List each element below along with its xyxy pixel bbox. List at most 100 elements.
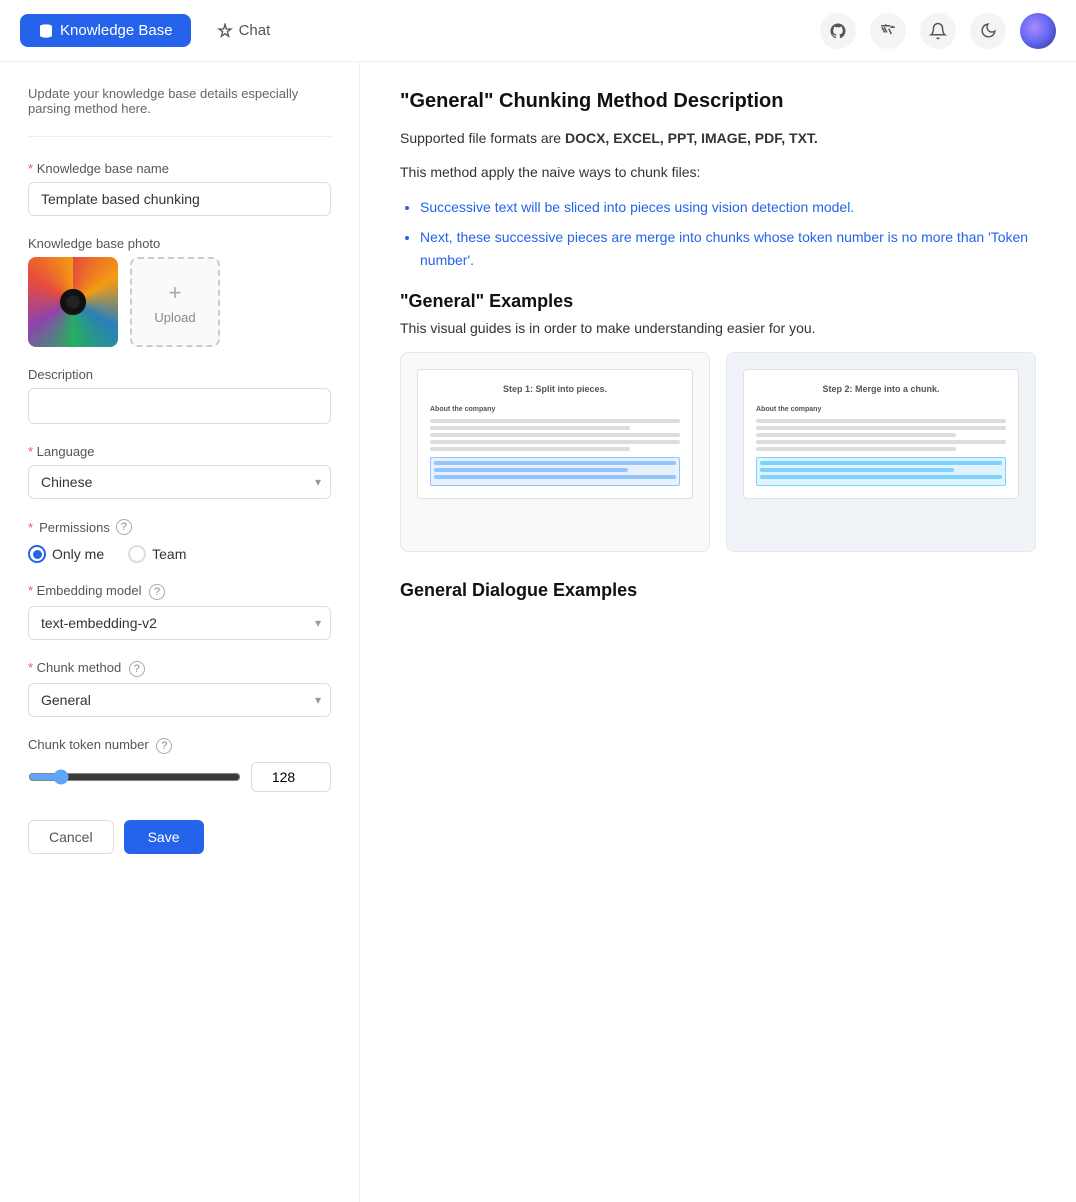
bell-icon (929, 22, 947, 40)
description-input[interactable] (28, 388, 331, 424)
chat-nav[interactable]: Chat (199, 14, 289, 47)
token-range-slider[interactable] (28, 769, 241, 785)
nav-left: Knowledge Base Chat (20, 14, 288, 47)
action-buttons: Cancel Save (28, 820, 331, 854)
avatar[interactable] (1020, 13, 1056, 49)
kb-photo-field: Knowledge base photo + Upload (28, 236, 331, 347)
left-panel: Update your knowledge base details espec… (0, 62, 360, 1202)
save-button[interactable]: Save (124, 820, 204, 854)
required-star-lang: * (28, 444, 37, 459)
language-field: * Language Chinese English Japanese Kore… (28, 444, 331, 499)
line-sh1 (760, 461, 1002, 465)
knowledge-base-nav[interactable]: Knowledge Base (20, 14, 191, 47)
line-s1 (756, 419, 1006, 423)
chat-sparkle-icon (217, 23, 233, 39)
upload-button[interactable]: + Upload (130, 257, 220, 347)
required-star-chunk: * (28, 660, 37, 675)
chunk-method-select-wrapper: General Template Manual ▾ (28, 683, 331, 717)
subtitle: Update your knowledge base details espec… (28, 86, 331, 116)
step2-title: Step 2: Merge into a chunk. (756, 382, 1006, 396)
language-select[interactable]: Chinese English Japanese Korean French G… (28, 465, 331, 499)
translate-button[interactable] (870, 13, 906, 49)
chunking-title: "General" Chunking Method Description (400, 90, 1036, 113)
method-bullets: Successive text will be sliced into piec… (420, 196, 1036, 271)
token-row (28, 762, 331, 792)
kb-name-field: * Knowledge base name (28, 161, 331, 216)
line-h1 (434, 461, 676, 465)
line-s4 (756, 440, 1006, 444)
translate-icon (879, 22, 897, 40)
permissions-label: * Permissions ? (28, 519, 331, 535)
embedding-select[interactable]: text-embedding-v2 text-embedding-v1 text… (28, 606, 331, 640)
description-label: Description (28, 367, 331, 382)
bell-button[interactable] (920, 13, 956, 49)
examples-images: Step 1: Split into pieces. About the com… (400, 352, 1036, 552)
line-s3 (756, 433, 956, 437)
required-star: * (28, 161, 33, 176)
chunk-token-label: Chunk token number ? (28, 737, 331, 754)
only-me-radio-circle (28, 545, 46, 563)
line-4 (430, 440, 680, 444)
kb-name-input[interactable] (28, 182, 331, 216)
line-3 (430, 433, 680, 437)
step2-card: Step 2: Merge into a chunk. About the co… (726, 352, 1036, 552)
step1-card-inner: Step 1: Split into pieces. About the com… (417, 369, 693, 499)
chunk-method-label: * Chunk method ? (28, 660, 331, 677)
embedding-field: * Embedding model ? text-embedding-v2 te… (28, 583, 331, 640)
line-s2 (756, 426, 1006, 430)
team-radio[interactable]: Team (128, 545, 186, 563)
kb-name-label: * Knowledge base name (28, 161, 331, 176)
moon-icon (980, 22, 997, 39)
line-2 (430, 426, 630, 430)
main-container: Update your knowledge base details espec… (0, 62, 1076, 1202)
bullet-1: Successive text will be sliced into piec… (420, 196, 1036, 218)
examples-subtitle: This visual guides is in order to make u… (400, 320, 1036, 336)
language-select-wrapper: Chinese English Japanese Korean French G… (28, 465, 331, 499)
cancel-button[interactable]: Cancel (28, 820, 114, 854)
embedding-label: * Embedding model ? (28, 583, 331, 600)
line-sh2 (760, 468, 954, 472)
github-button[interactable] (820, 13, 856, 49)
kb-photo-label: Knowledge base photo (28, 236, 331, 251)
line-h2 (434, 468, 628, 472)
team-radio-circle (128, 545, 146, 563)
plus-icon: + (169, 280, 182, 306)
line-sh3 (760, 475, 1002, 479)
token-number-input[interactable] (251, 762, 331, 792)
step1-card: Step 1: Split into pieces. About the com… (400, 352, 710, 552)
photo-preview-image (28, 257, 118, 347)
step1-company-block: About the company (430, 404, 680, 450)
embedding-help-icon[interactable]: ? (149, 584, 165, 600)
examples-title: "General" Examples (400, 291, 1036, 312)
photo-preview (28, 257, 118, 347)
radio-group: Only me Team (28, 545, 331, 563)
header-actions (820, 13, 1056, 49)
method-desc: This method apply the naive ways to chun… (400, 161, 1036, 183)
bullet-2: Next, these successive pieces are merge … (420, 226, 1036, 271)
line-1 (430, 419, 680, 423)
step1-title: Step 1: Split into pieces. (430, 382, 680, 396)
step2-highlight (756, 457, 1006, 486)
dark-mode-button[interactable] (970, 13, 1006, 49)
divider (28, 136, 331, 137)
line-s5 (756, 447, 956, 451)
database-icon (38, 23, 54, 39)
chunk-method-help-icon[interactable]: ? (129, 661, 145, 677)
embedding-select-wrapper: text-embedding-v2 text-embedding-v1 text… (28, 606, 331, 640)
step1-company-label: About the company (430, 404, 680, 415)
language-label: * Language (28, 444, 331, 459)
description-field: Description (28, 367, 331, 424)
chunk-token-field: Chunk token number ? (28, 737, 331, 792)
required-star-perm: * (28, 520, 33, 535)
step2-company-block: About the company (756, 404, 1006, 450)
github-icon (829, 22, 847, 40)
line-h3 (434, 475, 676, 479)
right-panel: "General" Chunking Method Description Su… (360, 62, 1076, 1202)
step2-company-label: About the company (756, 404, 1006, 415)
permissions-help-icon[interactable]: ? (116, 519, 132, 535)
photo-area: + Upload (28, 257, 331, 347)
chunk-token-help-icon[interactable]: ? (156, 738, 172, 754)
chunk-method-select[interactable]: General Template Manual (28, 683, 331, 717)
only-me-radio[interactable]: Only me (28, 545, 104, 563)
line-5 (430, 447, 630, 451)
